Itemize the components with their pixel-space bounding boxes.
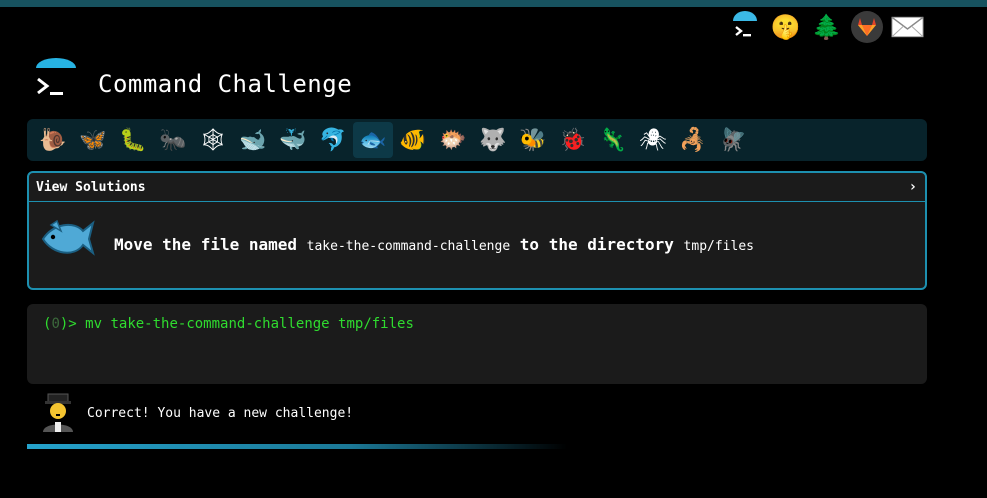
- mail-icon[interactable]: [891, 10, 924, 44]
- level-spider-icon[interactable]: 🕷: [633, 122, 673, 158]
- level-lizard-icon[interactable]: 🦎: [593, 122, 633, 158]
- feedback-row: Correct! You have a new challenge!: [38, 392, 353, 434]
- progress-bar: [27, 444, 567, 449]
- level-snail-icon[interactable]: 🐌: [33, 122, 73, 158]
- prompt-count: 0: [51, 316, 60, 332]
- level-wolf-icon[interactable]: 🐺: [473, 122, 513, 158]
- terminal-command: mv take-the-command-challenge tmp/files: [85, 316, 414, 332]
- terminal-input[interactable]: (0)> mv take-the-command-challenge tmp/f…: [27, 304, 927, 384]
- task-text-pre: Move the file named: [114, 235, 307, 254]
- task-file-name: take-the-command-challenge: [306, 239, 511, 254]
- top-nav: 🤫 🌲: [728, 10, 924, 44]
- challenge-description: Move the file named take-the-command-cha…: [114, 235, 754, 254]
- level-fish-icon[interactable]: 🐟: [353, 122, 393, 158]
- level-tropical-fish-icon[interactable]: 🐠: [393, 122, 433, 158]
- site-logo-icon: [34, 58, 80, 102]
- prompt-close: )>: [59, 316, 86, 332]
- shush-face-icon[interactable]: 🤫: [769, 10, 802, 44]
- gitlab-icon[interactable]: [851, 11, 883, 43]
- level-fly-icon[interactable]: 🪰: [713, 122, 753, 158]
- task-directory: tmp/files: [683, 239, 754, 254]
- task-text-mid: to the directory: [510, 235, 684, 254]
- level-dolphin-icon[interactable]: 🐬: [313, 122, 353, 158]
- level-whale-icon[interactable]: 🐋: [233, 122, 273, 158]
- terminal-logo-icon[interactable]: [728, 10, 761, 44]
- level-caterpillar-icon[interactable]: 🐛: [113, 122, 153, 158]
- level-whale-2-icon[interactable]: 🐳: [273, 122, 313, 158]
- level-ladybug-icon[interactable]: 🐞: [553, 122, 593, 158]
- shush-face-glyph: 🤫: [770, 13, 801, 41]
- level-scorpion-icon[interactable]: 🦂: [673, 122, 713, 158]
- level-bee-icon[interactable]: 🐝: [513, 122, 553, 158]
- view-solutions-toggle[interactable]: View Solutions ›: [29, 173, 925, 202]
- tree-icon[interactable]: 🌲: [810, 10, 843, 44]
- challenge-panel: View Solutions › Move the file named tak…: [27, 171, 927, 290]
- feedback-message: Correct! You have a new challenge!: [87, 405, 354, 421]
- level-butterfly-icon[interactable]: 🦋: [73, 122, 113, 158]
- tree-glyph: 🌲: [811, 13, 842, 41]
- page-title: Command Challenge: [98, 70, 353, 98]
- level-blowfish-icon[interactable]: 🐡: [433, 122, 473, 158]
- instructor-avatar-icon: [38, 392, 78, 434]
- chevron-right-icon: ›: [908, 179, 917, 195]
- fish-icon: [39, 217, 95, 263]
- level-selector: 🐌 🦋 🐛 🐜 🕸 🐋 🐳 🐬 🐟 🐠 🐡 🐺 🐝 🐞 🦎 🕷 🦂 🪰: [27, 119, 927, 161]
- top-accent-bar: [0, 0, 987, 7]
- level-ant-icon[interactable]: 🐜: [153, 122, 193, 158]
- level-spiderweb-icon[interactable]: 🕸: [193, 122, 233, 158]
- view-solutions-label: View Solutions: [36, 179, 146, 195]
